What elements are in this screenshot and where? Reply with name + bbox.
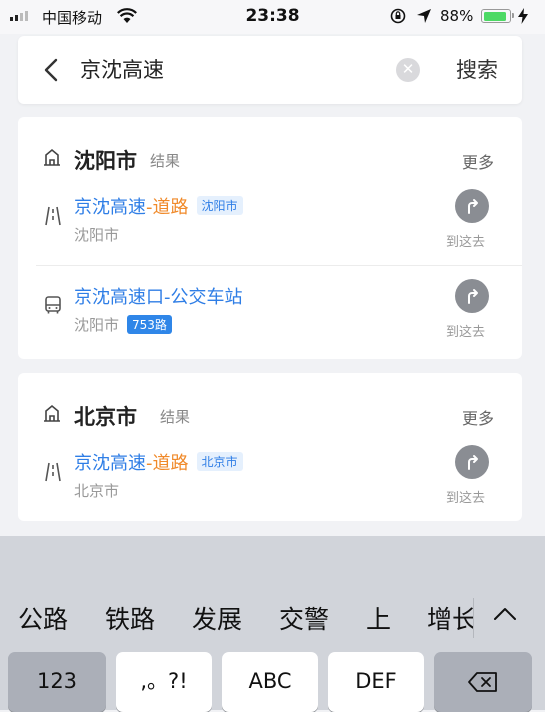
back-chevron-icon[interactable]	[44, 58, 58, 82]
candidate-word[interactable]: 增长	[427, 600, 473, 636]
city-name: 沈阳市	[74, 149, 137, 173]
candidate-word[interactable]: 公路	[18, 600, 68, 636]
navigate-label[interactable]: 到这去	[446, 321, 485, 340]
divider	[36, 265, 522, 266]
key-punctuation[interactable]: ,。?!	[116, 652, 212, 712]
result-type: 道路	[152, 197, 189, 218]
key-def[interactable]: DEF	[328, 652, 424, 712]
candidate-bar: 公路 铁路 发展 交警 上 增长	[0, 598, 545, 640]
city-tag: 北京市	[196, 452, 243, 471]
candidate-word[interactable]: 交警	[279, 600, 329, 636]
result-title: 京沈高速-道路 北京市	[74, 449, 243, 475]
status-bar: 中国移动 23:38 88%	[0, 0, 545, 34]
bus-route-badge: 753路	[127, 315, 172, 334]
navigate-label[interactable]: 到这去	[446, 487, 485, 506]
rotation-lock-icon	[390, 8, 406, 24]
card-header: 沈阳市 结果 更多	[18, 117, 522, 173]
navigate-button[interactable]	[455, 189, 489, 223]
result-name: 京沈高速口	[74, 287, 164, 308]
result-title: 京沈高速-道路 沈阳市	[74, 193, 243, 219]
result-subtitle: 北京市	[74, 482, 120, 500]
turn-right-arrow-icon	[468, 199, 478, 214]
location-arrow-icon	[417, 9, 431, 23]
search-button[interactable]: 搜索	[456, 54, 498, 84]
result-name: 京沈高速	[74, 453, 146, 474]
result-type: 公交车站	[170, 287, 243, 308]
result-title: 京沈高速口-公交车站	[74, 283, 243, 309]
road-icon	[45, 206, 61, 226]
navigate-button[interactable]	[455, 279, 489, 313]
city-tag: 沈阳市	[196, 196, 243, 215]
results-label: 结果	[150, 152, 181, 170]
city-building-icon	[44, 148, 60, 166]
chevron-up-icon[interactable]	[493, 606, 517, 622]
battery-percent: 88%	[440, 7, 474, 25]
backspace-icon	[468, 672, 497, 692]
result-city: 沈阳市	[74, 316, 120, 334]
search-input[interactable]: 京沈高速	[80, 54, 164, 84]
candidate-word[interactable]: 铁路	[105, 600, 155, 636]
result-item[interactable]: 京沈高速-道路 北京市 北京市 到这去	[18, 435, 522, 525]
candidate-word[interactable]: 上	[366, 600, 391, 636]
city-building-icon	[44, 404, 60, 422]
result-item[interactable]: 京沈高速-道路 沈阳市 沈阳市 到这去	[18, 179, 522, 269]
result-name: 京沈高速	[74, 197, 146, 218]
key-backspace[interactable]	[434, 652, 532, 712]
road-icon	[45, 462, 61, 482]
results-card-beijing: 北京市 结果 更多 京沈高速-道路 北京市 北京市 到这去	[18, 373, 522, 521]
battery-icon	[481, 9, 514, 23]
charging-bolt-icon	[518, 8, 528, 24]
navigate-label[interactable]: 到这去	[446, 231, 485, 250]
navigate-button[interactable]	[455, 445, 489, 479]
more-link[interactable]: 更多	[462, 149, 494, 173]
key-numbers[interactable]: 123	[8, 652, 106, 712]
result-subtitle: 沈阳市 753路	[74, 314, 172, 335]
results-card-shenyang: 沈阳市 结果 更多 京沈高速-道路沈阳市 沈阳市 到这去 京沈高速口-公交车站	[18, 117, 522, 359]
clear-icon[interactable]: ✕	[396, 58, 420, 82]
turn-right-arrow-icon	[468, 455, 478, 470]
card-header: 北京市 结果 更多	[18, 373, 522, 429]
result-item[interactable]: 京沈高速口-公交车站 沈阳市 753路 到这去	[18, 269, 522, 359]
turn-right-arrow-icon	[468, 289, 478, 304]
candidate-divider	[473, 598, 474, 638]
search-bar: 京沈高速 ✕ 搜索	[18, 36, 522, 104]
city-name: 北京市	[74, 405, 137, 429]
result-type: 道路	[152, 453, 189, 474]
keyboard: 公路 铁路 发展 交警 上 增长 123 ,。?! ABC DEF	[0, 536, 545, 712]
key-abc[interactable]: ABC	[222, 652, 318, 712]
results-label: 结果	[160, 408, 191, 426]
candidate-word[interactable]: 发展	[192, 600, 242, 636]
more-link[interactable]: 更多	[462, 405, 494, 429]
result-subtitle: 沈阳市	[74, 226, 120, 244]
bus-icon	[45, 296, 61, 314]
